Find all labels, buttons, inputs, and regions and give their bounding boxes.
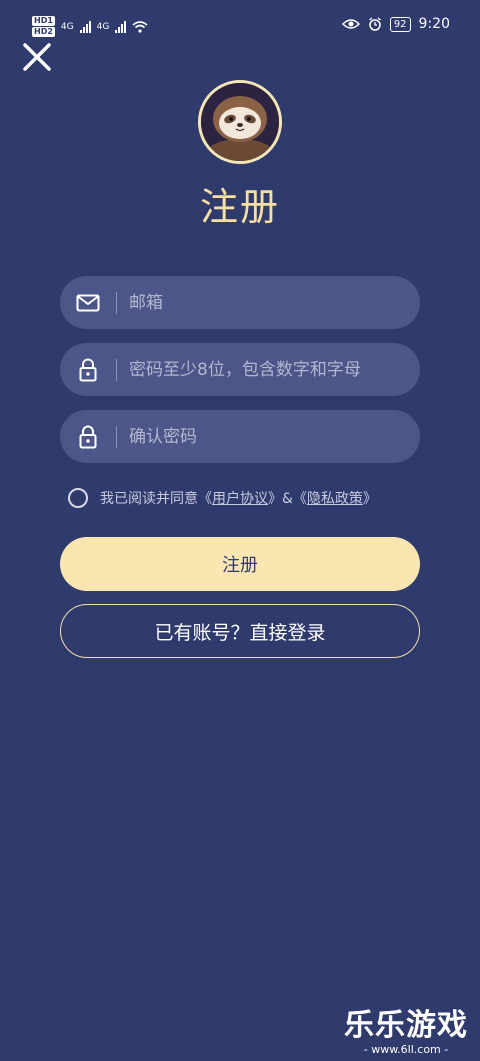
- hd2-badge: HD2: [32, 27, 55, 37]
- email-field-container: [60, 276, 420, 329]
- login-button[interactable]: 已有账号？直接登录: [60, 604, 420, 658]
- agree-radio[interactable]: [68, 488, 88, 508]
- field-divider: [116, 358, 117, 381]
- eye-icon: [341, 19, 360, 29]
- hd1-badge: HD1: [32, 16, 55, 26]
- network-1-label: 4G: [60, 21, 74, 32]
- clock: 9:20: [418, 16, 450, 32]
- network-2-label: 4G: [96, 21, 110, 32]
- alarm-icon: [368, 17, 381, 31]
- signal-1-icon: [79, 20, 91, 33]
- agreement-suffix: 》: [362, 491, 377, 507]
- lock-icon: [79, 358, 97, 381]
- confirm-password-input[interactable]: [127, 425, 420, 448]
- field-divider: [116, 291, 117, 314]
- lock-icon-wrap: [60, 358, 116, 382]
- email-input[interactable]: [127, 291, 420, 314]
- agreement-row: 我已阅读并同意《 用户协议 》&《 隐私政策》: [68, 488, 428, 508]
- close-icon[interactable]: [22, 42, 52, 72]
- watermark-url: - www.6ll.com -: [363, 1043, 449, 1056]
- lock-icon-wrap: [60, 425, 116, 449]
- lock-icon: [79, 425, 97, 448]
- password-field-container: [60, 343, 420, 396]
- status-bar: HD1 HD2 4G 4G 92 9:20: [0, 0, 480, 40]
- agreement-prefix: 我已阅读并同意《: [100, 491, 212, 507]
- hd-badges: HD1 HD2: [32, 16, 55, 37]
- user-agreement-link[interactable]: 用户协议: [212, 488, 268, 508]
- avatar: [198, 80, 282, 164]
- wifi-icon: [132, 20, 148, 33]
- confirm-password-field-container: [60, 410, 420, 463]
- privacy-policy-link[interactable]: 隐私政策: [307, 488, 363, 508]
- signal-2-icon: [115, 20, 127, 33]
- mail-icon-wrap: [60, 294, 116, 312]
- battery-indicator: 92: [389, 16, 411, 32]
- status-left: HD1 HD2 4G 4G: [32, 16, 148, 37]
- watermark: 乐乐游戏 - www.6ll.com -: [344, 1009, 468, 1057]
- agreement-middle: 》&《: [268, 491, 307, 507]
- status-right: 92 9:20: [341, 16, 450, 32]
- password-input[interactable]: [127, 358, 420, 381]
- mail-icon: [76, 294, 100, 311]
- sloth-mascot-icon: [201, 83, 279, 161]
- watermark-title: 乐乐游戏: [344, 1008, 468, 1043]
- page-title: 注册: [199, 185, 280, 229]
- register-button[interactable]: 注册: [60, 537, 420, 591]
- field-divider: [116, 425, 117, 448]
